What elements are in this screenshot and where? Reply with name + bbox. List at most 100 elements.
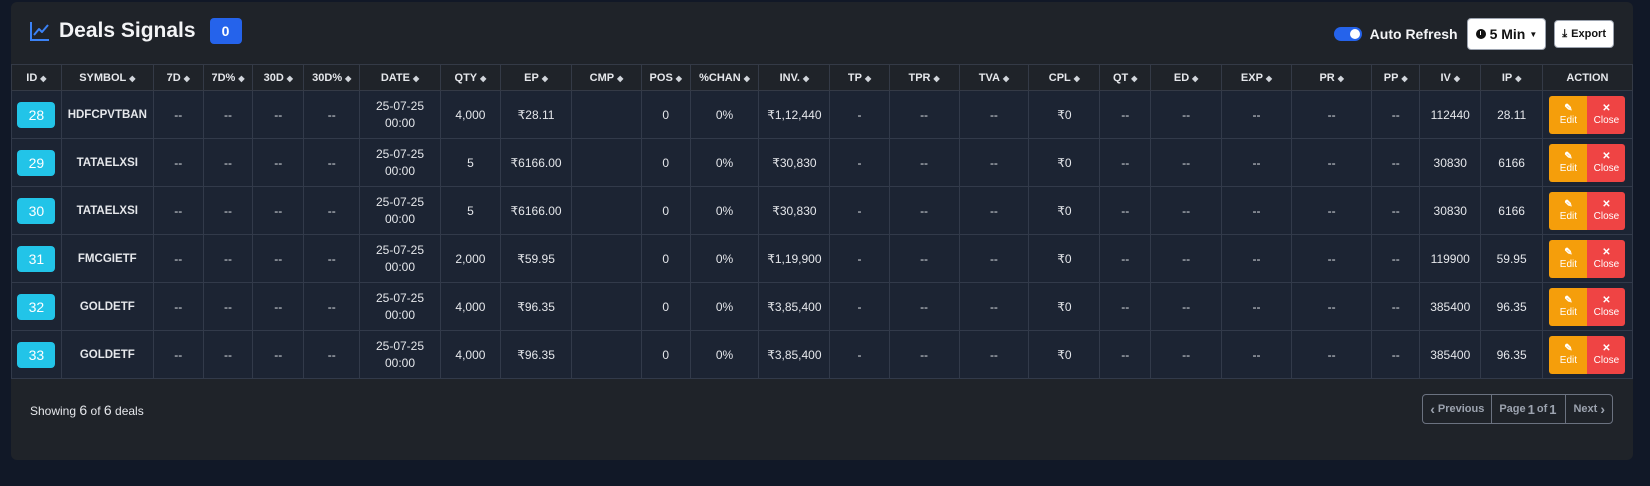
page-prefix: Page bbox=[1499, 403, 1526, 415]
close-button[interactable]: ✕ Close bbox=[1587, 335, 1626, 374]
close-label: Close bbox=[1593, 307, 1620, 318]
table-header-row: ID ◆ SYMBOL ◆ 7D ◆ 7D% ◆ 30D ◆ 30D% ◆ DATE ◆ QTY ◆ EP ◆ CM… bbox=[11, 64, 1633, 91]
edit-label: Edit bbox=[1559, 259, 1578, 270]
cell-qty: 5 bbox=[439, 186, 502, 235]
cell-qty: 2,000 bbox=[439, 234, 502, 283]
sort-icon[interactable]: ◆ bbox=[184, 74, 190, 83]
sort-icon[interactable]: ◆ bbox=[542, 74, 548, 83]
cell-tpr: -- bbox=[888, 282, 960, 331]
next-button[interactable]: Next › bbox=[1565, 395, 1612, 423]
date-value: 25-07-25 bbox=[375, 194, 425, 209]
sort-icon[interactable]: ◆ bbox=[1515, 74, 1521, 83]
cell-cmp bbox=[571, 330, 642, 379]
auto-refresh-toggle[interactable] bbox=[1333, 27, 1362, 41]
cell-tva: -- bbox=[958, 138, 1030, 187]
column-header-tva[interactable]: TVA ◆ bbox=[958, 64, 1030, 91]
sort-icon[interactable]: ◆ bbox=[803, 74, 809, 83]
edit-button[interactable]: ✎ Edit bbox=[1549, 239, 1588, 278]
table-row: 29 TATAELXSI -- -- -- -- 25-07-25 00:00 5 ₹6166.0… bbox=[11, 138, 1633, 187]
column-header-qt[interactable]: QT ◆ bbox=[1099, 64, 1152, 91]
close-button[interactable]: ✕ Close bbox=[1587, 239, 1626, 278]
sort-icon[interactable]: ◆ bbox=[617, 74, 623, 83]
edit-label: Edit bbox=[1559, 211, 1578, 222]
column-header-exp[interactable]: EXP ◆ bbox=[1221, 64, 1292, 91]
column-header-ed[interactable]: ED ◆ bbox=[1150, 64, 1223, 91]
column-header-tpr[interactable]: TPR ◆ bbox=[888, 64, 960, 91]
edit-button[interactable]: ✎ Edit bbox=[1549, 95, 1588, 134]
column-header-ip[interactable]: IP ◆ bbox=[1480, 64, 1543, 91]
cell-pos: 0 bbox=[640, 138, 691, 187]
column-header-pr[interactable]: PR ◆ bbox=[1290, 64, 1373, 91]
column-header--chan[interactable]: %CHAN ◆ bbox=[689, 64, 760, 91]
cell-ip: 28.11 bbox=[1480, 90, 1543, 139]
deals-signals-card: Deals Signals 0 Auto Refresh 5 Min ▼ ⤓ E… bbox=[11, 2, 1633, 460]
column-header-ep[interactable]: EP ◆ bbox=[500, 64, 573, 91]
cell-tva: -- bbox=[958, 282, 1030, 331]
sort-icon[interactable]: ◆ bbox=[480, 74, 486, 83]
close-label: Close bbox=[1593, 259, 1620, 270]
edit-label: Edit bbox=[1559, 163, 1578, 174]
sort-icon[interactable]: ◆ bbox=[1266, 74, 1272, 83]
column-header-symbol[interactable]: SYMBOL ◆ bbox=[60, 64, 154, 91]
cell-date: 25-07-25 00:00 bbox=[359, 90, 441, 139]
cell-qt: -- bbox=[1099, 282, 1152, 331]
edit-button[interactable]: ✎ Edit bbox=[1549, 287, 1588, 326]
column-header-30d[interactable]: 30D ◆ bbox=[252, 64, 305, 91]
header-controls: Auto Refresh 5 Min ▼ ⤓ Export bbox=[1333, 18, 1614, 50]
column-header-inv[interactable]: INV. ◆ bbox=[758, 64, 831, 91]
edit-button[interactable]: ✎ Edit bbox=[1549, 335, 1588, 374]
sort-icon[interactable]: ◆ bbox=[744, 74, 750, 83]
export-button[interactable]: ⤓ Export bbox=[1554, 20, 1614, 48]
column-header-cpl[interactable]: CPL ◆ bbox=[1028, 64, 1101, 91]
edit-button[interactable]: ✎ Edit bbox=[1549, 191, 1588, 230]
sort-icon[interactable]: ◆ bbox=[1401, 74, 1407, 83]
id-badge: 30 bbox=[17, 197, 56, 224]
column-header-30d[interactable]: 30D% ◆ bbox=[303, 64, 361, 91]
edit-button[interactable]: ✎ Edit bbox=[1549, 143, 1588, 182]
sort-icon[interactable]: ◆ bbox=[413, 74, 419, 83]
column-header-7d[interactable]: 7D% ◆ bbox=[202, 64, 254, 91]
close-button[interactable]: ✕ Close bbox=[1587, 143, 1626, 182]
cell-date: 25-07-25 00:00 bbox=[359, 234, 441, 283]
column-header-cmp[interactable]: CMP ◆ bbox=[571, 64, 642, 91]
column-header-label: 7D bbox=[166, 71, 181, 84]
cell-exp: -- bbox=[1221, 282, 1292, 331]
previous-button[interactable]: ‹ Previous bbox=[1423, 395, 1491, 423]
sort-icon[interactable]: ◆ bbox=[933, 74, 939, 83]
column-header-pos[interactable]: POS ◆ bbox=[640, 64, 691, 91]
column-header-label: TVA bbox=[978, 71, 1000, 84]
sort-icon[interactable]: ◆ bbox=[345, 74, 351, 83]
sort-icon[interactable]: ◆ bbox=[865, 74, 871, 83]
close-button[interactable]: ✕ Close bbox=[1587, 287, 1626, 326]
column-header-iv[interactable]: IV ◆ bbox=[1419, 64, 1482, 91]
cell-tva: -- bbox=[958, 234, 1030, 283]
cell-pr: -- bbox=[1290, 234, 1373, 283]
close-button[interactable]: ✕ Close bbox=[1587, 191, 1626, 230]
showing-suffix: deals bbox=[115, 404, 144, 418]
column-header-date[interactable]: DATE ◆ bbox=[359, 64, 441, 91]
sort-icon[interactable]: ◆ bbox=[238, 74, 244, 83]
column-header-label: TPR bbox=[908, 71, 931, 84]
refresh-interval-dropdown[interactable]: 5 Min ▼ bbox=[1466, 18, 1547, 50]
sort-icon[interactable]: ◆ bbox=[1454, 74, 1460, 83]
sort-icon[interactable]: ◆ bbox=[1074, 74, 1080, 83]
column-header-7d[interactable]: 7D ◆ bbox=[152, 64, 204, 91]
cell-symbol: GOLDETF bbox=[60, 330, 154, 379]
sort-icon[interactable]: ◆ bbox=[129, 74, 135, 83]
sort-icon[interactable]: ◆ bbox=[1131, 74, 1137, 83]
column-header-qty[interactable]: QTY ◆ bbox=[439, 64, 502, 91]
close-button[interactable]: ✕ Close bbox=[1587, 95, 1626, 134]
sort-icon[interactable]: ◆ bbox=[40, 74, 46, 83]
cell-cmp bbox=[571, 234, 642, 283]
sort-icon[interactable]: ◆ bbox=[1338, 74, 1344, 83]
sort-icon[interactable]: ◆ bbox=[676, 74, 682, 83]
sort-icon[interactable]: ◆ bbox=[1192, 74, 1198, 83]
column-header-pp[interactable]: PP ◆ bbox=[1371, 64, 1421, 91]
column-header-id[interactable]: ID ◆ bbox=[11, 64, 62, 91]
cell-action: ✎ Edit ✕ Close bbox=[1541, 282, 1633, 331]
column-header-tp[interactable]: TP ◆ bbox=[829, 64, 890, 91]
cell-d30p: -- bbox=[303, 282, 361, 331]
sort-icon[interactable]: ◆ bbox=[287, 74, 293, 83]
sort-icon[interactable]: ◆ bbox=[1003, 74, 1009, 83]
cell-iv: 385400 bbox=[1419, 282, 1482, 331]
